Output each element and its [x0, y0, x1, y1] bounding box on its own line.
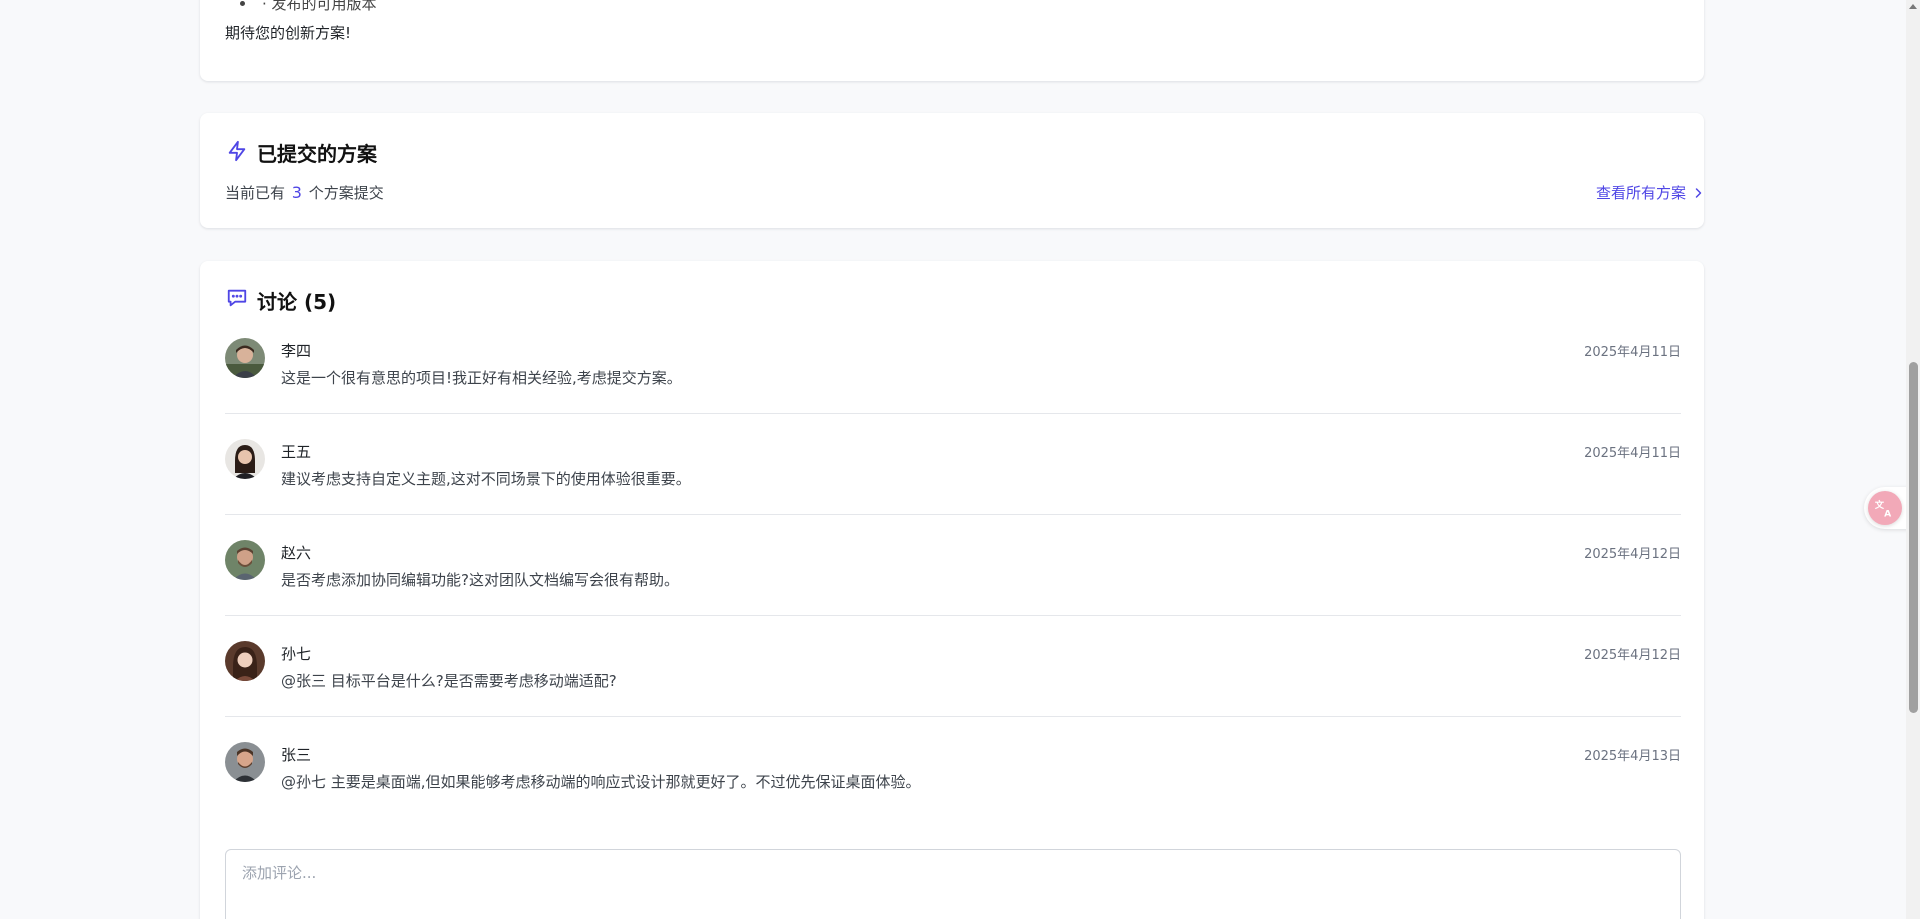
- chat-bubble-icon: [227, 289, 247, 307]
- comment-item: 张三 2025年4月13日 @孙七 主要是桌面端,但如果能够考虑移动端的响应式设…: [225, 742, 1681, 842]
- avatar[interactable]: [225, 439, 265, 479]
- comment-divider: [225, 413, 1681, 414]
- translate-button[interactable]: 文 A: [1868, 491, 1902, 525]
- comment-author[interactable]: 孙七: [281, 643, 311, 664]
- lightning-icon: [228, 140, 246, 162]
- comment-item: 王五 2025年4月11日 建议考虑支持自定义主题,这对不同场景下的使用体验很重…: [225, 439, 1681, 539]
- avatar[interactable]: [225, 338, 265, 378]
- comment-divider: [225, 514, 1681, 515]
- comment-date: 2025年4月12日: [1584, 648, 1681, 663]
- page: · 发布的可用版本 期待您的创新方案! 已提交的方案 当前已有 3 个方案提交 …: [0, 0, 1920, 919]
- description-card: [200, 0, 1704, 81]
- description-closing: 期待您的创新方案!: [225, 24, 352, 42]
- comment-divider: [225, 615, 1681, 616]
- scroll-up-arrow-icon[interactable]: [1909, 4, 1917, 9]
- comment-text: 是否考虑添加协同编辑功能?这对团队文档编写会很有帮助。: [281, 571, 679, 589]
- avatar[interactable]: [225, 540, 265, 580]
- comment-item: 孙七 2025年4月12日 @张三 目标平台是什么?是否需要考虑移动端适配?: [225, 641, 1681, 741]
- translate-icon: 文 A: [1875, 499, 1892, 519]
- comment-divider: [225, 716, 1681, 717]
- scrollbar-thumb[interactable]: [1909, 362, 1918, 713]
- comment-date: 2025年4月11日: [1584, 446, 1681, 461]
- comment-text: @张三 目标平台是什么?是否需要考虑移动端适配?: [281, 672, 617, 690]
- view-all-proposals-label: 查看所有方案: [1595, 184, 1686, 202]
- svg-text:A: A: [1884, 508, 1892, 519]
- description-bullet: · 发布的可用版本: [240, 0, 377, 14]
- comment-item: 赵六 2025年4月12日 是否考虑添加协同编辑功能?这对团队文档编写会很有帮助…: [225, 540, 1681, 640]
- proposal-count: 当前已有 3 个方案提交: [225, 182, 384, 203]
- chevron-right-icon: [1695, 187, 1702, 198]
- avatar[interactable]: [225, 641, 265, 681]
- comment-input[interactable]: [225, 849, 1681, 919]
- proposal-count-suffix: 个方案提交: [308, 184, 384, 202]
- comment-text: 建议考虑支持自定义主题,这对不同场景下的使用体验很重要。: [281, 470, 691, 488]
- comment-author[interactable]: 赵六: [281, 542, 311, 563]
- vertical-scrollbar[interactable]: [1906, 0, 1920, 919]
- comment-text: 这是一个很有意思的项目!我正好有相关经验,考虑提交方案。: [281, 369, 682, 387]
- comment-item: 李四 2025年4月11日 这是一个很有意思的项目!我正好有相关经验,考虑提交方…: [225, 338, 1681, 438]
- comment-date: 2025年4月12日: [1584, 547, 1681, 562]
- comment-author[interactable]: 张三: [281, 744, 311, 765]
- discussion-title: 讨论 (5): [257, 290, 337, 314]
- comment-author[interactable]: 李四: [281, 340, 311, 361]
- avatar[interactable]: [225, 742, 265, 782]
- proposal-count-number: 3: [291, 183, 302, 202]
- comment-date: 2025年4月11日: [1584, 345, 1681, 360]
- comment-text: @孙七 主要是桌面端,但如果能够考虑移动端的响应式设计那就更好了。不过优先保证桌…: [281, 773, 921, 791]
- comment-date: 2025年4月13日: [1584, 749, 1681, 764]
- comment-author[interactable]: 王五: [281, 441, 311, 462]
- proposals-card: [200, 113, 1704, 228]
- proposals-title: 已提交的方案: [257, 142, 377, 166]
- proposal-count-prefix: 当前已有: [225, 184, 286, 202]
- view-all-proposals-link[interactable]: 查看所有方案: [1596, 182, 1704, 203]
